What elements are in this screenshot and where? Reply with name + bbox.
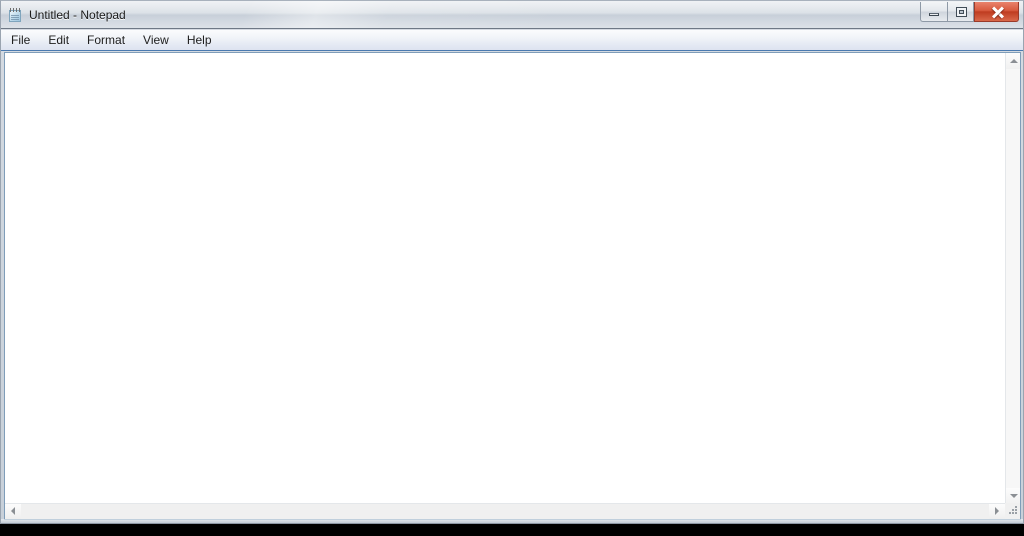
scroll-down-button[interactable] [1006,488,1020,504]
scroll-left-button[interactable] [5,504,21,519]
scroll-right-icon [995,507,999,515]
title-bar-left-group: Untitled - Notepad [8,5,126,25]
notepad-window: Untitled - Notepad File Edit Format View… [0,0,1024,524]
vertical-scrollbar[interactable] [1005,53,1020,504]
scroll-right-button[interactable] [989,504,1005,519]
restore-icon-inner [959,10,964,14]
notepad-icon-spiral [9,7,21,12]
menu-item-edit[interactable]: Edit [48,30,78,50]
menu-bar: File Edit Format View Help [1,30,1023,51]
scrollbar-corner [1005,503,1020,519]
title-bar[interactable]: Untitled - Notepad [1,1,1023,29]
scroll-down-icon [1010,494,1018,498]
menu-item-file[interactable]: File [11,30,39,50]
client-area [4,52,1021,520]
menu-items: File Edit Format View Help [1,30,1023,50]
maximize-restore-button[interactable] [947,2,974,22]
notepad-icon[interactable] [8,7,23,23]
desktop-background: Untitled - Notepad File Edit Format View… [0,0,1024,536]
window-title: Untitled - Notepad [29,7,126,22]
resize-grip-icon[interactable] [1006,505,1019,518]
menu-item-help[interactable]: Help [187,30,221,50]
minimize-button[interactable] [920,2,947,22]
menu-item-view[interactable]: View [143,30,178,50]
text-editor[interactable] [5,53,1005,504]
scroll-left-icon [11,507,15,515]
minimize-icon [929,13,939,16]
close-button[interactable] [974,2,1019,22]
menu-item-format[interactable]: Format [87,30,134,50]
title-bar-glass-sheen [1,1,1023,28]
horizontal-scrollbar[interactable] [5,503,1005,519]
window-controls [920,2,1019,24]
scroll-up-button[interactable] [1006,53,1020,69]
scroll-up-icon [1010,59,1018,63]
